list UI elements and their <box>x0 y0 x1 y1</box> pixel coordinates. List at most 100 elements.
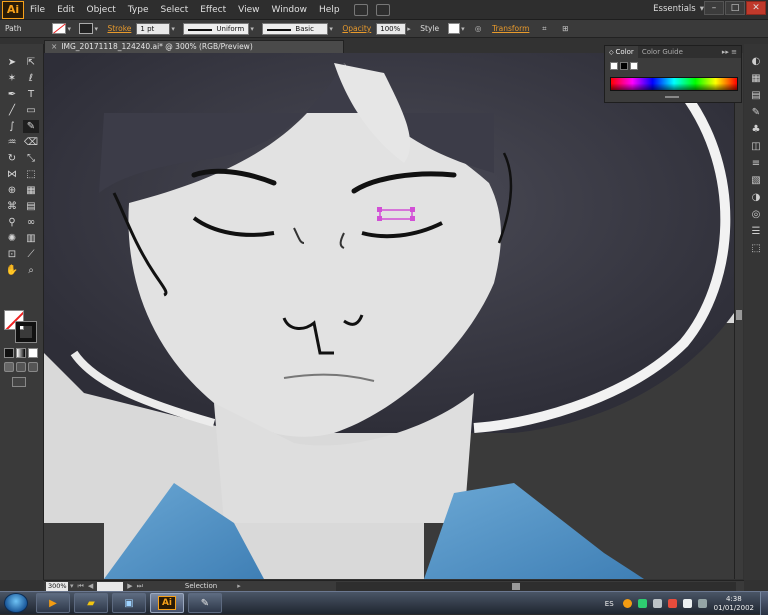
stroke-swatch[interactable] <box>79 23 94 34</box>
column-graph-icon[interactable]: ▥ <box>23 232 39 245</box>
slice-tool-icon[interactable]: ⟋ <box>23 248 39 261</box>
illustrator-taskbar-button[interactable]: Ai <box>150 593 184 613</box>
menu-type[interactable]: Type <box>122 0 155 20</box>
pen-tool-icon[interactable]: ✒ <box>4 88 20 101</box>
isolate-icon[interactable]: ⌗ <box>534 24 554 34</box>
line-tool-icon[interactable]: ╱ <box>4 104 20 117</box>
rotate-tool-icon[interactable]: ↻ <box>4 152 20 165</box>
black-swatch[interactable] <box>620 62 628 70</box>
first-artboard-icon[interactable]: ⏮ <box>78 582 84 591</box>
chevron-down-icon[interactable]: ▾ <box>250 25 258 33</box>
gradient-tool-icon[interactable]: ▤ <box>23 200 39 213</box>
color-spectrum[interactable] <box>610 77 738 91</box>
chevron-right-icon[interactable]: ▸ <box>237 582 241 590</box>
action-center-icon[interactable] <box>667 599 677 608</box>
perspective-grid-icon[interactable]: ▦ <box>23 184 39 197</box>
horizontal-scrollbar[interactable] <box>336 582 736 591</box>
minimize-button[interactable]: – <box>704 1 724 15</box>
none-mode-icon[interactable] <box>28 348 38 358</box>
start-button[interactable] <box>4 593 28 613</box>
color-mode-icon[interactable] <box>4 348 14 358</box>
blob-brush-icon[interactable]: ♒ <box>4 136 20 149</box>
maximize-button[interactable]: □ <box>725 1 745 15</box>
rectangle-tool-icon[interactable]: ▭ <box>23 104 39 117</box>
transform-panel-link[interactable]: Transform <box>492 24 529 33</box>
artboard-tool-icon[interactable]: ⊡ <box>4 248 20 261</box>
language-indicator[interactable]: ES <box>605 600 614 608</box>
transparency-icon[interactable]: ◑ <box>748 190 764 204</box>
menu-help[interactable]: Help <box>313 0 346 20</box>
battery-icon[interactable] <box>697 599 707 608</box>
artboard-number-field[interactable] <box>97 581 124 591</box>
document-tab[interactable]: × IMG_20171118_124240.ai* @ 300% (RGB/Pre… <box>44 40 344 53</box>
stroke-panel-link[interactable]: Stroke <box>107 24 131 33</box>
paint-icon[interactable]: ✎ <box>188 593 222 613</box>
type-tool-icon[interactable]: T <box>23 88 39 101</box>
panel-menu-icon[interactable]: ▸▸ ≡ <box>722 46 741 58</box>
brushes-icon[interactable]: ✎ <box>748 105 764 119</box>
panel-resize-grip[interactable] <box>665 96 679 98</box>
paintbrush-tool-icon[interactable]: ∫ <box>4 120 20 133</box>
horizontal-scroll-thumb[interactable] <box>512 583 520 590</box>
screen-mode-icon[interactable] <box>12 377 26 387</box>
fill-swatch[interactable] <box>52 23 67 34</box>
graphic-styles-icon[interactable]: ◫ <box>748 139 764 153</box>
shape-builder-icon[interactable]: ⊕ <box>4 184 20 197</box>
fill-stroke-swatches[interactable] <box>4 310 38 343</box>
chevron-down-icon[interactable]: ▾ <box>67 25 75 33</box>
menu-effect[interactable]: Effect <box>194 0 232 20</box>
lasso-icon[interactable]: ℓ <box>23 72 39 85</box>
close-tab-icon[interactable]: × <box>51 42 57 51</box>
selection-tool-icon[interactable]: ➤ <box>4 56 20 69</box>
gradient-mode-icon[interactable] <box>16 348 26 358</box>
none-swatch[interactable] <box>610 62 618 70</box>
symbols-icon[interactable]: ♣ <box>748 122 764 136</box>
network-icon[interactable] <box>652 599 662 608</box>
menu-select[interactable]: Select <box>154 0 194 20</box>
vertical-scrollbar[interactable] <box>734 53 743 579</box>
chevron-right-icon[interactable]: ▸ <box>407 25 415 33</box>
eraser-tool-icon[interactable]: ⌫ <box>23 136 39 149</box>
screen-tool-icon[interactable]: ▣ <box>112 593 146 613</box>
draw-behind-icon[interactable] <box>16 362 26 372</box>
media-player-icon[interactable]: ▶ <box>36 593 70 613</box>
stroke-weight-field[interactable]: 1 pt <box>136 22 171 35</box>
artboard-canvas[interactable] <box>44 53 734 579</box>
align-options-icon[interactable]: ⊞ <box>554 24 576 33</box>
eyedropper-icon[interactable]: ⚲ <box>4 216 20 229</box>
bridge-icon[interactable] <box>353 3 368 16</box>
gradient-panel-icon[interactable]: ▧ <box>748 173 764 187</box>
layers-icon[interactable]: ☰ <box>748 224 764 238</box>
direct-selection-tool-icon[interactable]: ⇱ <box>23 56 39 69</box>
chevron-down-icon[interactable]: ▾ <box>171 25 179 33</box>
chevron-down-icon[interactable]: ▾ <box>461 25 469 33</box>
draw-normal-icon[interactable] <box>4 362 14 372</box>
width-tool-icon[interactable]: ⋈ <box>4 168 20 181</box>
zoom-tool-icon[interactable]: ⌕ <box>23 264 39 277</box>
menu-window[interactable]: Window <box>266 0 314 20</box>
stroke-black-swatch[interactable] <box>15 321 37 343</box>
stroke-panel-icon[interactable]: ≡ <box>748 156 764 170</box>
variable-width-profile[interactable]: Uniform <box>183 22 250 35</box>
mesh-tool-icon[interactable]: ⌘ <box>4 200 20 213</box>
opacity-panel-link[interactable]: Opacity <box>342 24 371 33</box>
vertical-scroll-thumb[interactable] <box>736 310 742 320</box>
workspace-switcher[interactable]: Essentials <box>653 4 704 14</box>
graphic-style-swatch[interactable] <box>448 23 461 34</box>
appearance-icon[interactable]: ◎ <box>748 207 764 221</box>
zoom-level-field[interactable]: 300% <box>46 581 68 591</box>
file-explorer-icon[interactable]: ▰ <box>74 593 108 613</box>
hand-tool-icon[interactable]: ✋ <box>4 264 20 277</box>
recolor-icon[interactable]: ◎ <box>469 24 487 33</box>
blend-tool-icon[interactable]: ∞ <box>23 216 39 229</box>
menu-edit[interactable]: Edit <box>51 0 80 20</box>
white-swatch[interactable] <box>630 62 638 70</box>
artboards-icon[interactable]: ⬚ <box>748 241 764 255</box>
magic-wand-icon[interactable]: ✶ <box>4 72 20 85</box>
prev-artboard-icon[interactable]: ◀ <box>88 582 93 590</box>
tab-color-guide[interactable]: Color Guide <box>638 46 687 58</box>
tray-app-icon[interactable] <box>622 599 632 608</box>
last-artboard-icon[interactable]: ⏭ <box>137 582 143 591</box>
chevron-down-icon[interactable]: ▾ <box>329 25 337 33</box>
chevron-down-icon[interactable]: ▾ <box>94 25 102 33</box>
